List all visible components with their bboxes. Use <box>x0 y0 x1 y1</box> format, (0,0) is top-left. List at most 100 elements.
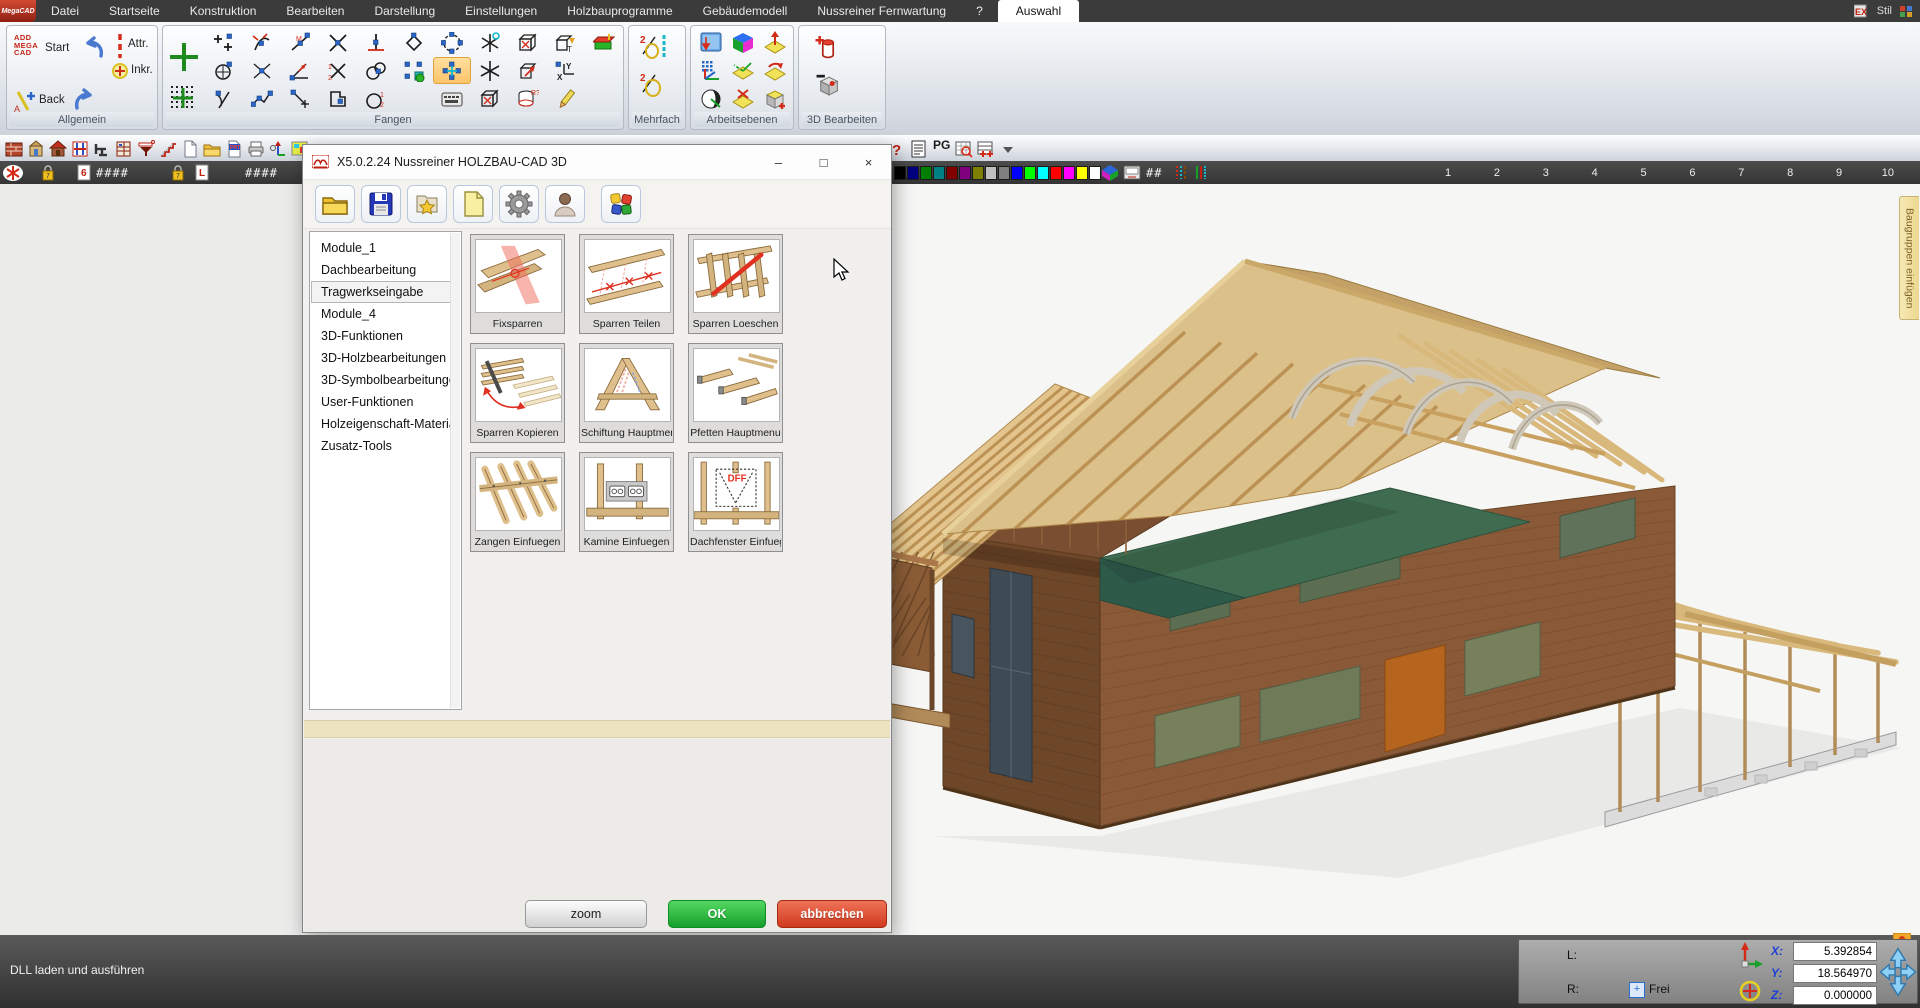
snap-region-icon[interactable] <box>319 85 357 112</box>
print-icon[interactable] <box>245 138 267 160</box>
cabinet-icon[interactable] <box>113 138 135 160</box>
menu-item-geb-udemodell[interactable]: Gebäudemodell <box>688 0 803 22</box>
exit-icon[interactable]: EX <box>1854 4 1870 18</box>
color-swatch-0[interactable] <box>894 166 906 180</box>
snap-perpendicular-icon[interactable] <box>357 29 395 56</box>
snap-divide-icon[interactable]: 12 <box>319 57 357 84</box>
grid-magnifier-icon[interactable] <box>953 138 975 160</box>
layer-number-3[interactable]: 3 <box>1536 167 1556 179</box>
menu-item-nussreiner-fernwartung[interactable]: Nussreiner Fernwartung <box>802 0 961 22</box>
snap-element-circle-icon[interactable] <box>433 29 471 56</box>
filter-funnel-icon[interactable] <box>135 138 157 160</box>
settings-gear-icon[interactable] <box>499 185 539 223</box>
stil-label[interactable]: Stil <box>1877 5 1892 17</box>
color-cube-icon[interactable] <box>1100 164 1120 182</box>
x-value[interactable]: 5.392854 <box>1793 942 1877 961</box>
color-swatch-1[interactable] <box>907 166 919 180</box>
menu-item-startseite[interactable]: Startseite <box>94 0 175 22</box>
layer-number-2[interactable]: 2 <box>1487 167 1507 179</box>
plugins-puzzle-icon[interactable] <box>601 185 641 223</box>
module-item-3d-funktionen[interactable]: 3D-Funktionen <box>311 325 451 347</box>
tool-thumbnail-teilen[interactable] <box>584 239 671 313</box>
tool-thumbnail-kopieren[interactable] <box>475 348 562 422</box>
layer-number-1[interactable]: 1 <box>1438 167 1458 179</box>
menu-item-einstellungen[interactable]: Einstellungen <box>450 0 552 22</box>
module-list-scrollbar[interactable] <box>450 233 460 708</box>
menu-item--[interactable]: ? <box>961 0 998 22</box>
snap-xy-icon[interactable]: YX <box>547 57 585 84</box>
ok-button[interactable]: OK <box>668 900 766 928</box>
snap-move-points-icon[interactable] <box>433 57 471 84</box>
pan-arrow-pad[interactable] <box>1879 944 1917 1000</box>
layer-number-10[interactable]: 10 <box>1878 167 1898 179</box>
red-house-icon[interactable] <box>47 138 69 160</box>
minimize-button[interactable]: – <box>756 145 801 179</box>
favorites-folder-icon[interactable] <box>407 185 447 223</box>
module-item-module-1[interactable]: Module_1 <box>311 237 451 259</box>
module-item-holzeigenschaft-material[interactable]: Holzeigenschaft-Material <box>311 413 451 435</box>
snap-polyline-icon[interactable] <box>243 85 281 112</box>
workplane-grid-axes-icon[interactable] <box>695 57 727 85</box>
color-swatch-5[interactable] <box>959 166 971 180</box>
new-page-icon[interactable] <box>453 185 493 223</box>
workplane-cube-icon[interactable] <box>727 29 759 57</box>
snap-text-icon[interactable]: T <box>547 29 585 56</box>
snap-midpoint-icon[interactable]: M <box>281 29 319 56</box>
snap-multipoint-icon[interactable] <box>205 29 243 56</box>
extrude-block-icon[interactable] <box>585 29 623 56</box>
megacad-logo[interactable]: MegaCAD <box>0 0 36 22</box>
close-button[interactable]: × <box>846 145 891 179</box>
workplane-delete-icon[interactable] <box>727 85 759 113</box>
church-icon[interactable] <box>25 138 47 160</box>
module-item-tragwerkseingabe[interactable]: Tragwerkseingabe <box>311 281 451 303</box>
snap-center-icon[interactable] <box>205 57 243 84</box>
menu-item-holzbauprogramme[interactable]: Holzbauprogramme <box>552 0 687 22</box>
draw-pencil-icon[interactable] <box>547 85 585 112</box>
wall-panel-icon[interactable] <box>69 138 91 160</box>
tool-thumbnail-fix[interactable] <box>475 239 562 313</box>
snap-construction-star-icon[interactable] <box>471 29 509 56</box>
snap-box-icon[interactable] <box>509 29 547 56</box>
snap-grid-plus-icon[interactable] <box>169 84 197 112</box>
module-item-module-4[interactable]: Module_4 <box>311 303 451 325</box>
inkr-label[interactable]: Inkr. <box>131 64 153 76</box>
maximize-button[interactable]: □ <box>801 145 846 179</box>
prt-document-icon[interactable]: PRT <box>223 138 245 160</box>
layer-number-5[interactable]: 5 <box>1634 167 1654 179</box>
tool-zangen[interactable]: Zangen Einfuegen <box>470 452 565 552</box>
hatch-style-icon[interactable] <box>1192 164 1210 181</box>
tool-teilen[interactable]: Sparren Teilen <box>579 234 674 334</box>
redo-icon[interactable] <box>69 84 99 114</box>
module-item-3d-holzbearbeitungen[interactable]: 3D-Holzbearbeitungen <box>311 347 451 369</box>
zoom-button[interactable]: zoom <box>525 900 647 928</box>
attr-label[interactable]: Attr. <box>128 38 148 50</box>
tab-auswahl[interactable]: Auswahl <box>998 0 1079 22</box>
workplane-view-icon[interactable] <box>695 29 727 57</box>
snap-angle-icon[interactable] <box>281 57 319 84</box>
pg-label[interactable]: PG <box>930 138 953 160</box>
layer-number-4[interactable]: 4 <box>1585 167 1605 179</box>
color-swatch-9[interactable] <box>1011 166 1023 180</box>
color-swatch-3[interactable] <box>933 166 945 180</box>
undo-icon[interactable] <box>79 32 109 62</box>
workplane-rotate-icon[interactable] <box>759 57 791 85</box>
redraw-star-icon[interactable] <box>0 164 26 182</box>
snap-point-on-element-icon[interactable] <box>281 85 319 112</box>
color-swatch-13[interactable] <box>1063 166 1075 180</box>
solid-subtract-icon[interactable] <box>815 72 841 97</box>
stairs-icon[interactable] <box>157 138 179 160</box>
color-swatch-4[interactable] <box>946 166 958 180</box>
attribute-dash-icon[interactable] <box>115 34 125 58</box>
style-gallery-icon[interactable] <box>1899 4 1915 18</box>
menu-item-darstellung[interactable]: Darstellung <box>359 0 450 22</box>
snap-circle12-icon[interactable]: 12 <box>357 85 395 112</box>
line-type-label[interactable]: ## <box>1146 166 1162 180</box>
save-icon[interactable] <box>361 185 401 223</box>
snap-radius-icon[interactable]: R? <box>509 85 547 112</box>
page-l-icon[interactable]: L <box>192 164 212 181</box>
color-swatch-12[interactable] <box>1050 166 1062 180</box>
layer-number-8[interactable]: 8 <box>1780 167 1800 179</box>
snap-intersection-icon[interactable] <box>319 29 357 56</box>
tool-thumbnail-pfetten[interactable] <box>693 348 780 422</box>
start-label[interactable]: Start <box>45 42 69 54</box>
